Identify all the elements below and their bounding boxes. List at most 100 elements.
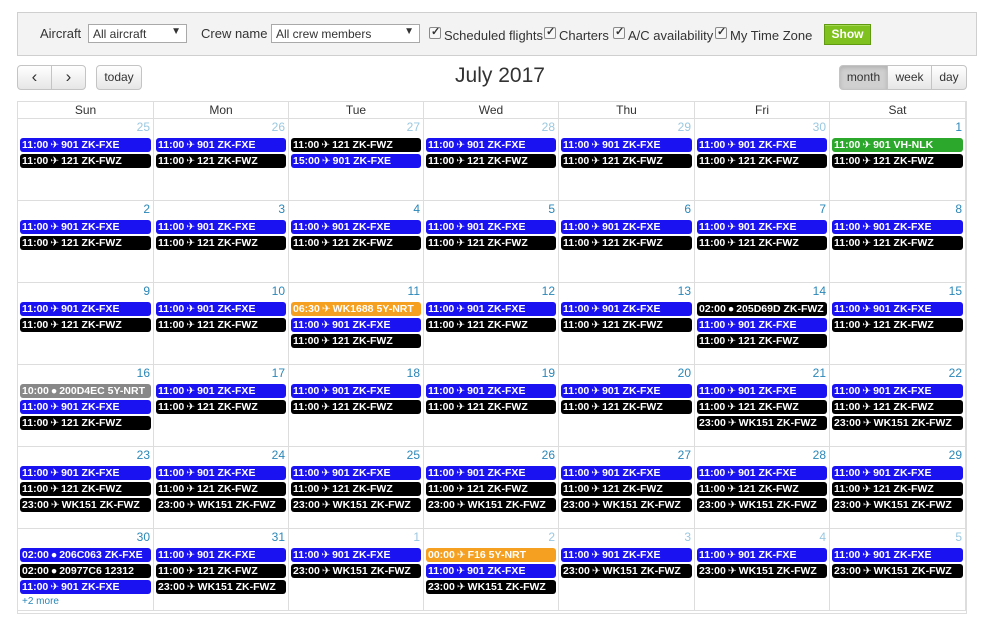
calendar-event[interactable]: 11:00 ✈ 121 ZK-FWZ [561,236,692,250]
ac-availability-checkbox[interactable] [613,25,625,39]
day-number[interactable]: 1 [955,120,962,134]
next-button[interactable]: › [51,65,86,90]
calendar-event[interactable]: 11:00 ✈ 121 ZK-FWZ [20,482,151,496]
calendar-event[interactable]: 11:00 ✈ 901 ZK-FXE [291,318,421,332]
calendar-event[interactable]: 11:00 ✈ 121 ZK-FWZ [561,318,692,332]
calendar-event[interactable]: 23:00 ✈ WK151 ZK-FWZ [832,498,963,512]
calendar-event[interactable]: 23:00 ✈ WK151 ZK-FWZ [832,564,963,578]
calendar-event[interactable]: 11:00 ✈ 901 ZK-FXE [291,466,421,480]
day-number[interactable]: 23 [137,448,150,462]
day-cell[interactable]: 1 11:00 ✈ 901 ZK-FXE 23:00 ✈ WK151 ZK-FWZ [289,529,424,611]
calendar-event[interactable]: 11:00 ✈ 901 ZK-FXE [697,318,827,332]
day-cell[interactable]: 3 11:00 ✈ 901 ZK-FXE 23:00 ✈ WK151 ZK-FWZ [559,529,695,611]
day-number[interactable]: 30 [813,120,826,134]
calendar-event[interactable]: 11:00 ✈ 121 ZK-FWZ [832,482,963,496]
calendar-event[interactable]: 11:00 ✈ 121 ZK-FWZ [156,318,286,332]
day-cell[interactable]: 27 11:00 ✈ 901 ZK-FXE 11:00 ✈ 121 ZK-FWZ 23:00 ✈… [559,447,695,529]
charters-checkbox[interactable] [544,25,556,39]
calendar-event[interactable]: 06:30 ✈ WK1688 5Y-NRT [291,302,421,316]
show-button[interactable]: Show [824,24,871,45]
day-number[interactable]: 2 [143,202,150,216]
calendar-event[interactable]: 11:00 ✈ 901 ZK-FXE [156,466,286,480]
view-day-button[interactable]: day [931,65,967,90]
calendar-event[interactable]: 23:00 ✈ WK151 ZK-FWZ [697,564,827,578]
day-cell[interactable]: 11 06:30 ✈ WK1688 5Y-NRT 11:00 ✈ 901 ZK-FXE 11:… [289,283,424,365]
day-cell[interactable]: 12 11:00 ✈ 901 ZK-FXE 11:00 ✈ 121 ZK-FWZ [424,283,559,365]
calendar-event[interactable]: 11:00 ✈ 901 ZK-FXE [561,384,692,398]
calendar-event[interactable]: 11:00 ✈ 121 ZK-FWZ [156,482,286,496]
calendar-event[interactable]: 11:00 ✈ 901 ZK-FXE [832,220,963,234]
day-cell[interactable]: 13 11:00 ✈ 901 ZK-FXE 11:00 ✈ 121 ZK-FWZ [559,283,695,365]
calendar-event[interactable]: 11:00 ✈ 121 ZK-FWZ [697,236,827,250]
day-cell[interactable]: 25 11:00 ✈ 901 ZK-FXE 11:00 ✈ 121 ZK-FWZ 23:00 ✈… [289,447,424,529]
calendar-event[interactable]: 11:00 ✈ 901 ZK-FXE [832,302,963,316]
day-number[interactable]: 25 [137,120,150,134]
calendar-event[interactable]: 23:00 ✈ WK151 ZK-FWZ [832,416,963,430]
calendar-event[interactable]: 11:00 ✈ 901 ZK-FXE [156,302,286,316]
calendar-event[interactable]: 11:00 ✈ 901 ZK-FXE [561,220,692,234]
calendar-event[interactable]: 11:00 ✈ 121 ZK-FWZ [697,334,827,348]
calendar-event[interactable]: 11:00 ✈ 901 ZK-FXE [561,466,692,480]
aircraft-select[interactable]: All aircraft ▼ [88,24,187,43]
day-number[interactable]: 13 [678,284,691,298]
day-number[interactable]: 18 [407,366,420,380]
day-number[interactable]: 17 [272,366,285,380]
calendar-event[interactable]: 00:00 ✈ F16 5Y-NRT [426,548,556,562]
day-cell[interactable]: 9 11:00 ✈ 901 ZK-FXE 11:00 ✈ 121 ZK-FWZ [18,283,154,365]
day-number[interactable]: 11 [408,284,420,298]
day-number[interactable]: 22 [949,366,962,380]
calendar-event[interactable]: 23:00 ✈ WK151 ZK-FWZ [291,564,421,578]
calendar-event[interactable]: 11:00 ✈ 901 ZK-FXE [426,302,556,316]
calendar-event[interactable]: 11:00 ✈ 901 ZK-FXE [426,220,556,234]
calendar-event[interactable]: 23:00 ✈ WK151 ZK-FWZ [697,498,827,512]
day-number[interactable]: 25 [407,448,420,462]
calendar-event[interactable]: 11:00 ✈ 121 ZK-FWZ [20,236,151,250]
day-cell[interactable]: 27 11:00 ✈ 121 ZK-FWZ 15:00 ✈ 901 ZK-FXE [289,119,424,201]
calendar-event[interactable]: 11:00 ✈ 901 ZK-FXE [156,548,286,562]
calendar-event[interactable]: 11:00 ✈ 121 ZK-FWZ [291,236,421,250]
day-cell[interactable]: 4 11:00 ✈ 901 ZK-FXE 23:00 ✈ WK151 ZK-FWZ [695,529,830,611]
day-number[interactable]: 28 [542,120,555,134]
day-cell[interactable]: 31 11:00 ✈ 901 ZK-FXE 11:00 ✈ 121 ZK-FWZ 23:00 ✈… [154,529,289,611]
calendar-event[interactable]: 11:00 ✈ 901 ZK-FXE [20,400,151,414]
calendar-event[interactable]: 11:00 ✈ 901 ZK-FXE [20,302,151,316]
calendar-event[interactable]: 23:00 ✈ WK151 ZK-FWZ [697,416,827,430]
day-number[interactable]: 1 [413,530,420,544]
day-cell[interactable]: 18 11:00 ✈ 901 ZK-FXE 11:00 ✈ 121 ZK-FWZ [289,365,424,447]
day-cell[interactable]: 14 02:00 ● 205D69D ZK-FWZ 11:00 ✈ 901 ZK-FXE 11… [695,283,830,365]
calendar-event[interactable]: 11:00 ✈ 121 ZK-FWZ [697,482,827,496]
day-cell[interactable]: 2 11:00 ✈ 901 ZK-FXE 11:00 ✈ 121 ZK-FWZ [18,201,154,283]
calendar-event[interactable]: 11:00 ✈ 121 ZK-FWZ [426,318,556,332]
day-number[interactable]: 30 [137,530,150,544]
day-number[interactable]: 5 [548,202,555,216]
day-cell[interactable]: 26 11:00 ✈ 901 ZK-FXE 11:00 ✈ 121 ZK-FWZ 23:00 ✈… [424,447,559,529]
calendar-event[interactable]: 02:00 ● 206C063 ZK-FXE [20,548,151,562]
calendar-event[interactable]: 11:00 ✈ 121 ZK-FWZ [832,236,963,250]
calendar-event[interactable]: 11:00 ✈ 901 ZK-FXE [156,138,286,152]
calendar-event[interactable]: 23:00 ✈ WK151 ZK-FWZ [20,498,151,512]
calendar-event[interactable]: 11:00 ✈ 901 ZK-FXE [697,384,827,398]
calendar-event[interactable]: 11:00 ✈ 121 ZK-FWZ [20,416,151,430]
day-number[interactable]: 6 [684,202,691,216]
scheduled-flights-checkbox[interactable] [429,25,441,39]
calendar-event[interactable]: 11:00 ✈ 901 ZK-FXE [20,466,151,480]
calendar-event[interactable]: 11:00 ✈ 901 ZK-FXE [697,138,827,152]
calendar-event[interactable]: 11:00 ✈ 121 ZK-FWZ [426,482,556,496]
calendar-event[interactable]: 11:00 ✈ 121 ZK-FWZ [426,400,556,414]
day-number[interactable]: 21 [813,366,826,380]
calendar-event[interactable]: 11:00 ✈ 121 ZK-FWZ [291,138,421,152]
day-cell[interactable]: 19 11:00 ✈ 901 ZK-FXE 11:00 ✈ 121 ZK-FWZ [424,365,559,447]
day-cell[interactable]: 28 11:00 ✈ 901 ZK-FXE 11:00 ✈ 121 ZK-FWZ [424,119,559,201]
day-cell[interactable]: 1 11:00 ✈ 901 VH-NLK 11:00 ✈ 121 ZK-FWZ [830,119,966,201]
my-time-zone-checkbox[interactable] [715,25,727,39]
calendar-event[interactable]: 11:00 ✈ 901 ZK-FXE [697,548,827,562]
day-cell[interactable]: 30 02:00 ● 206C063 ZK-FXE 02:00 ● 20977C6 1231… [18,529,154,611]
day-number[interactable]: 9 [143,284,150,298]
calendar-event[interactable]: 23:00 ✈ WK151 ZK-FWZ [426,498,556,512]
day-number[interactable]: 29 [678,120,691,134]
calendar-event[interactable]: 11:00 ✈ 901 ZK-FXE [426,138,556,152]
day-number[interactable]: 26 [272,120,285,134]
day-cell[interactable]: 15 11:00 ✈ 901 ZK-FXE 11:00 ✈ 121 ZK-FWZ [830,283,966,365]
day-cell[interactable]: 2 00:00 ✈ F16 5Y-NRT 11:00 ✈ 901 ZK-FXE 23:00 ✈ W… [424,529,559,611]
calendar-event[interactable]: 11:00 ✈ 121 ZK-FWZ [291,482,421,496]
